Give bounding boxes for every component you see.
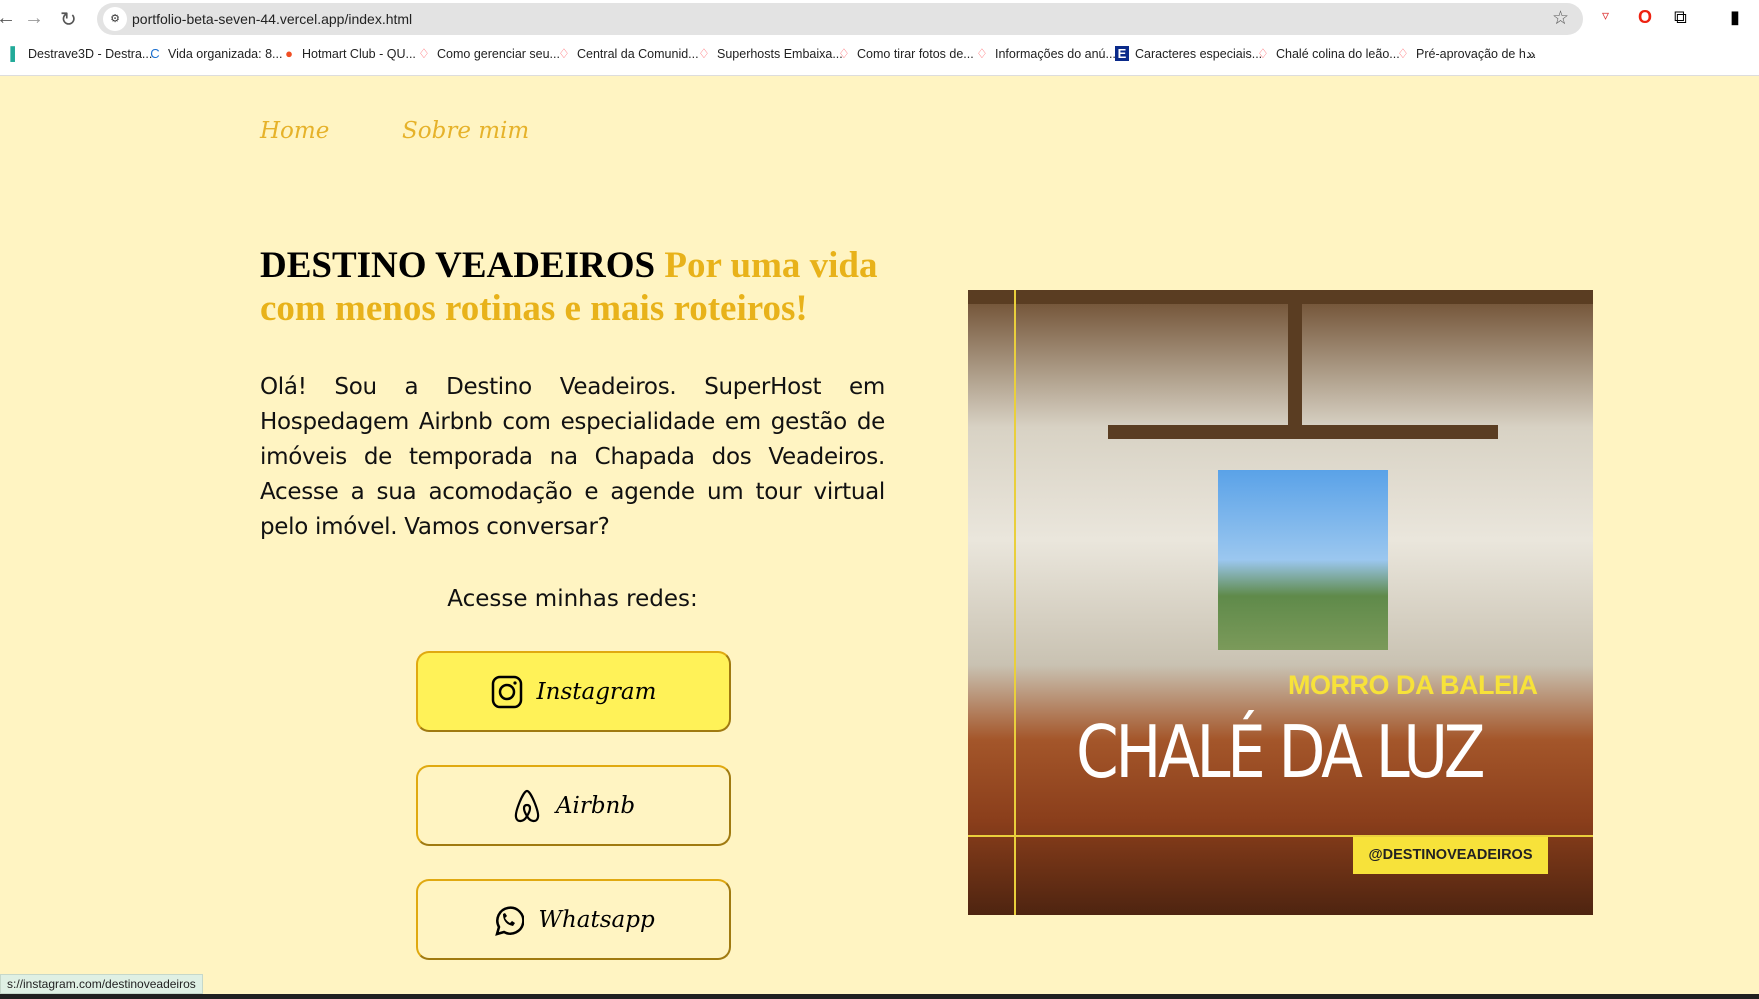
bookmark-label: Central da Comunid... (577, 47, 699, 61)
bookmark-label: Chalé colina do leão... (1276, 47, 1400, 61)
bookmark-item[interactable]: ♢ Informações do anú... (975, 46, 1116, 62)
instagram-label: Instagram (536, 678, 657, 705)
bookmark-item[interactable]: ♢ Chalé colina do leão... (1256, 46, 1400, 62)
instagram-icon (491, 675, 522, 708)
airbnb-label: Airbnb (555, 792, 636, 819)
status-bar-url: s://instagram.com/destinoveadeiros (0, 974, 203, 994)
bookmark-item[interactable]: C Vida organizada: 8... (148, 46, 282, 61)
more-bookmarks-button[interactable]: » (1527, 46, 1535, 63)
airbnb-icon: ♢ (418, 46, 430, 61)
forward-icon[interactable]: → (24, 7, 44, 30)
airbnb-icon: ♢ (1257, 46, 1269, 61)
side-panel-icon[interactable]: ▮ (1730, 7, 1740, 28)
bookmark-star-icon[interactable]: ☆ (1552, 7, 1569, 30)
bookmark-label: Hotmart Club - QU... (302, 47, 416, 61)
photo-handle: @DESTINOVEADEIROS (1353, 837, 1548, 874)
address-bar[interactable]: ⚙ portfolio-beta-seven-44.vercel.app/ind… (97, 3, 1583, 35)
bookmark-label: Pré-aprovação de h... (1416, 47, 1537, 61)
airbnb-icon: ♢ (838, 46, 850, 61)
whatsapp-label: Whatsapp (538, 906, 655, 933)
airbnb-icon (514, 789, 539, 822)
bookmark-label: Como tirar fotos de... (857, 47, 974, 61)
bookmark-item[interactable]: ♢ Como tirar fotos de... (837, 46, 974, 62)
window-view (1218, 470, 1388, 650)
bookmark-item[interactable]: ♢ Central da Comunid... (557, 46, 699, 62)
extensions-puzzle-icon[interactable]: ⧉ (1674, 7, 1687, 28)
airbnb-icon: ♢ (558, 46, 570, 61)
bookmarks-bar: ▌ Destrave3D - Destra... C Vida organizada:… (0, 42, 1759, 68)
back-icon[interactable]: ← (0, 7, 16, 30)
site-settings-icon[interactable]: ⚙ (103, 7, 127, 31)
bookmark-label: Superhosts Embaixa... (717, 47, 843, 61)
bookmark-label: Como gerenciar seu... (437, 47, 560, 61)
extension-icon[interactable]: ▿ (1602, 7, 1609, 24)
airbnb-icon: ♢ (1397, 46, 1409, 61)
nav-home[interactable]: Home (260, 118, 329, 144)
airbnb-icon: ♢ (698, 46, 710, 61)
photo-title: CHALÉ DA LUZ (1076, 710, 1485, 794)
brand-name: DESTINO VEADEIROS (260, 245, 656, 286)
bookmark-item[interactable]: E Caracteres especiais... (1115, 46, 1262, 61)
bookmark-item[interactable]: ♢ Como gerenciar seu... (417, 46, 560, 62)
bookmark-item[interactable]: ♢ Pré-aprovação de h... (1396, 46, 1536, 62)
airbnb-icon: ♢ (976, 46, 988, 61)
bookmark-label: Informações do anú... (995, 47, 1116, 61)
c-logo-icon: C (150, 46, 160, 61)
airbnb-button[interactable]: Airbnb (416, 765, 731, 846)
cross-beam (1108, 425, 1498, 439)
roof-beam (968, 290, 1593, 304)
e-logo-icon: E (1115, 46, 1129, 61)
whatsapp-button[interactable]: Whatsapp (416, 879, 731, 960)
guide-line-vertical (1014, 290, 1016, 915)
social-heading: Acesse minhas redes: (447, 586, 698, 612)
browser-chrome: ← → ↻ ⚙ portfolio-beta-seven-44.vercel.a… (0, 0, 1759, 76)
bookmark-item[interactable]: ● Hotmart Club - QU... (282, 46, 416, 61)
hotmart-flame-icon: ● (285, 46, 293, 61)
intro-paragraph: Olá! Sou a Destino Veadeiros. SuperHost … (260, 374, 885, 540)
green-bar-icon: ▌ (10, 46, 20, 61)
bookmark-label: Destrave3D - Destra... (28, 47, 153, 61)
chalet-photo: MORRO DA BALEIA CHALÉ DA LUZ @DESTINOVEA… (968, 290, 1593, 915)
reload-icon[interactable]: ↻ (60, 7, 77, 32)
nav-sobre-mim[interactable]: Sobre mim (402, 118, 529, 144)
url-text: portfolio-beta-seven-44.vercel.app/index… (132, 11, 413, 27)
instagram-button[interactable]: Instagram (416, 651, 731, 732)
page-title: DESTINO VEADEIROS Por uma vida com menos… (260, 244, 900, 330)
opera-icon[interactable]: O (1638, 7, 1652, 28)
taskbar (0, 994, 1759, 999)
whatsapp-icon (495, 905, 525, 936)
bookmark-item[interactable]: ▌ Destrave3D - Destra... (8, 46, 152, 61)
photo-subtitle: MORRO DA BALEIA (1288, 670, 1538, 700)
bookmark-label: Vida organizada: 8... (168, 47, 283, 61)
king-post (1288, 290, 1302, 430)
bookmark-item[interactable]: ♢ Superhosts Embaixa... (697, 46, 843, 62)
bookmark-label: Caracteres especiais... (1135, 47, 1263, 61)
